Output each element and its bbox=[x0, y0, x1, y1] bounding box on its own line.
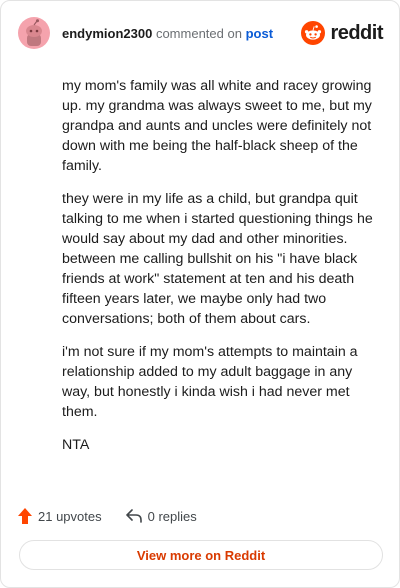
comment-header: endymion2300 commented on post reddit bbox=[18, 17, 383, 51]
upvote-count: 21 upvotes bbox=[38, 508, 102, 524]
comment-body: my mom's family was all white and racey … bbox=[62, 76, 373, 468]
view-more-on-reddit-button[interactable]: View more on Reddit bbox=[19, 540, 383, 570]
reddit-snoo-icon bbox=[301, 21, 326, 45]
comment-actions: 21 upvotes 0 replies bbox=[18, 506, 197, 526]
comment-paragraph: my mom's family was all white and racey … bbox=[62, 78, 372, 174]
reply-count: 0 replies bbox=[147, 508, 197, 524]
upvote-button[interactable]: 21 upvotes bbox=[18, 508, 102, 524]
comment-paragraph: i'm not sure if my mom's attempts to mai… bbox=[62, 344, 358, 420]
reddit-logo[interactable]: reddit bbox=[301, 20, 383, 46]
reddit-wordmark: reddit bbox=[330, 21, 383, 44]
post-link[interactable]: post bbox=[246, 26, 273, 41]
commented-on-text: commented on bbox=[155, 26, 242, 41]
user-avatar[interactable] bbox=[18, 17, 50, 49]
comment-meta: endymion2300 commented on post bbox=[62, 26, 273, 42]
reply-button[interactable]: 0 replies bbox=[125, 508, 197, 524]
reply-arrow-icon bbox=[125, 509, 142, 523]
reddit-comment-embed-card: endymion2300 commented on post reddit my… bbox=[0, 0, 400, 588]
snoo-avatar-icon bbox=[26, 19, 42, 46]
upvote-arrow-icon bbox=[18, 508, 32, 524]
comment-paragraph: NTA bbox=[62, 437, 90, 453]
username-link[interactable]: endymion2300 bbox=[62, 26, 152, 41]
comment-paragraph: they were in my life as a child, but gra… bbox=[62, 191, 373, 327]
